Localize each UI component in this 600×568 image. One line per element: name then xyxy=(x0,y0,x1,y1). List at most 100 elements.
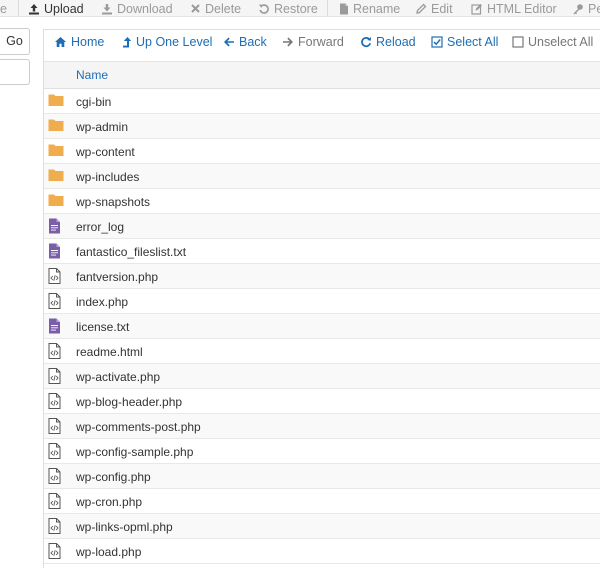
arrow-right-icon xyxy=(282,36,294,48)
delete-button[interactable]: Delete xyxy=(190,1,241,16)
checkbox-empty-icon xyxy=(512,36,524,48)
home-label: Home xyxy=(71,35,105,49)
table-row[interactable]: wp-activate.php xyxy=(44,364,600,389)
forward-label: Forward xyxy=(298,35,344,49)
edit-square-icon xyxy=(471,3,483,15)
file-name[interactable]: cgi-bin xyxy=(76,95,111,109)
table-row[interactable]: wp-load.php xyxy=(44,539,600,564)
table-row[interactable]: index.php xyxy=(44,289,600,314)
reload-label: Reload xyxy=(376,35,416,49)
column-header-name[interactable]: Name xyxy=(76,68,108,82)
unselect-all-button[interactable]: Unselect All xyxy=(512,34,593,50)
edit-button[interactable]: Edit xyxy=(415,1,453,16)
file-name[interactable]: index.php xyxy=(76,295,128,309)
upload-button[interactable]: Upload xyxy=(28,1,84,16)
file-name[interactable]: fantastico_fileslist.txt xyxy=(76,245,186,259)
code-file-icon xyxy=(48,418,64,434)
table-row[interactable]: wp-links-opml.php xyxy=(44,514,600,539)
file-name[interactable]: readme.html xyxy=(76,345,143,359)
file-name[interactable]: wp-admin xyxy=(76,120,128,134)
home-icon xyxy=(54,36,67,48)
up-one-level-label: Up One Level xyxy=(136,35,213,49)
file-name[interactable]: wp-links-opml.php xyxy=(76,520,173,534)
download-label: Download xyxy=(117,1,173,16)
folder-icon xyxy=(48,168,64,184)
file-name[interactable]: error_log xyxy=(76,220,124,234)
edit-label: Edit xyxy=(431,1,453,16)
file-name[interactable]: wp-config-sample.php xyxy=(76,445,193,459)
code-file-icon xyxy=(48,393,64,409)
file-name[interactable]: wp-snapshots xyxy=(76,195,150,209)
file-name[interactable]: wp-comments-post.php xyxy=(76,420,201,434)
html-editor-label: HTML Editor xyxy=(487,1,557,16)
rename-button[interactable]: Rename xyxy=(339,1,400,16)
text-file-icon xyxy=(48,218,64,234)
table-row[interactable]: wp-comments-post.php xyxy=(44,414,600,439)
unselect-all-label: Unselect All xyxy=(528,35,594,49)
level-up-icon xyxy=(122,36,132,49)
table-row[interactable]: readme.html xyxy=(44,339,600,364)
file-name[interactable]: wp-load.php xyxy=(76,545,141,559)
table-row[interactable]: cgi-bin xyxy=(44,89,600,114)
toolbar-separator xyxy=(18,0,19,16)
table-row[interactable]: fantversion.php xyxy=(44,264,600,289)
key-icon xyxy=(572,3,584,15)
table-row[interactable]: wp-config-sample.php xyxy=(44,439,600,464)
toolbar-separator xyxy=(327,0,328,16)
file-list-panel: Home Up One Level Back Forward Reload Se… xyxy=(43,29,600,568)
text-file-icon xyxy=(48,243,64,259)
table-row[interactable]: error_log xyxy=(44,214,600,239)
left-panel: Go xyxy=(0,17,35,568)
code-file-icon xyxy=(48,518,64,534)
navigation-bar: Home Up One Level Back Forward Reload Se… xyxy=(44,30,600,54)
undo-icon xyxy=(258,3,270,15)
back-button[interactable]: Back xyxy=(223,34,267,50)
folder-icon xyxy=(48,118,64,134)
table-row[interactable]: wp-cron.php xyxy=(44,489,600,514)
html-editor-button[interactable]: HTML Editor xyxy=(471,1,557,16)
file-name[interactable]: wp-includes xyxy=(76,170,139,184)
file-name[interactable]: license.txt xyxy=(76,320,129,334)
file-name[interactable]: wp-cron.php xyxy=(76,495,142,509)
home-button[interactable]: Home xyxy=(54,34,104,50)
directory-tree-input[interactable] xyxy=(0,59,30,85)
folder-icon xyxy=(48,143,64,159)
restore-label: Restore xyxy=(274,1,318,16)
table-row[interactable]: license.txt xyxy=(44,314,600,339)
toolbar-item-label: e xyxy=(0,1,7,16)
file-name[interactable]: wp-blog-header.php xyxy=(76,395,182,409)
table-row[interactable]: wp-blog-header.php xyxy=(44,389,600,414)
select-all-button[interactable]: Select All xyxy=(431,34,498,50)
upload-icon xyxy=(28,3,40,15)
file-name[interactable]: wp-activate.php xyxy=(76,370,160,384)
file-icon xyxy=(339,3,349,15)
table-row[interactable]: wp-admin xyxy=(44,114,600,139)
reload-button[interactable]: Reload xyxy=(360,34,416,50)
table-row[interactable]: wp-includes xyxy=(44,164,600,189)
refresh-icon xyxy=(360,36,372,48)
table-row[interactable]: wp-snapshots xyxy=(44,189,600,214)
go-button[interactable]: Go xyxy=(0,28,30,55)
up-one-level-button[interactable]: Up One Level xyxy=(122,34,212,50)
forward-button[interactable]: Forward xyxy=(282,34,344,50)
file-name[interactable]: wp-content xyxy=(76,145,135,159)
code-file-icon xyxy=(48,493,64,509)
file-name[interactable]: wp-config.php xyxy=(76,470,151,484)
back-label: Back xyxy=(239,35,267,49)
table-row[interactable]: wp-config.php xyxy=(44,464,600,489)
code-file-icon xyxy=(48,268,64,284)
code-file-icon xyxy=(48,543,64,559)
permissions-button[interactable]: Pe xyxy=(572,1,600,16)
pencil-icon xyxy=(415,3,427,15)
top-toolbar: e Upload Download Delete Restore Rename xyxy=(0,0,600,17)
download-button[interactable]: Download xyxy=(101,1,173,16)
toolbar-item-truncated[interactable]: e xyxy=(0,1,7,16)
table-row[interactable]: wp-content xyxy=(44,139,600,164)
code-file-icon xyxy=(48,443,64,459)
restore-button[interactable]: Restore xyxy=(258,1,318,16)
folder-icon xyxy=(48,93,64,109)
checkbox-checked-icon xyxy=(431,36,443,48)
table-row[interactable]: fantastico_fileslist.txt xyxy=(44,239,600,264)
file-name[interactable]: fantversion.php xyxy=(76,270,158,284)
permissions-label: Pe xyxy=(588,1,600,16)
